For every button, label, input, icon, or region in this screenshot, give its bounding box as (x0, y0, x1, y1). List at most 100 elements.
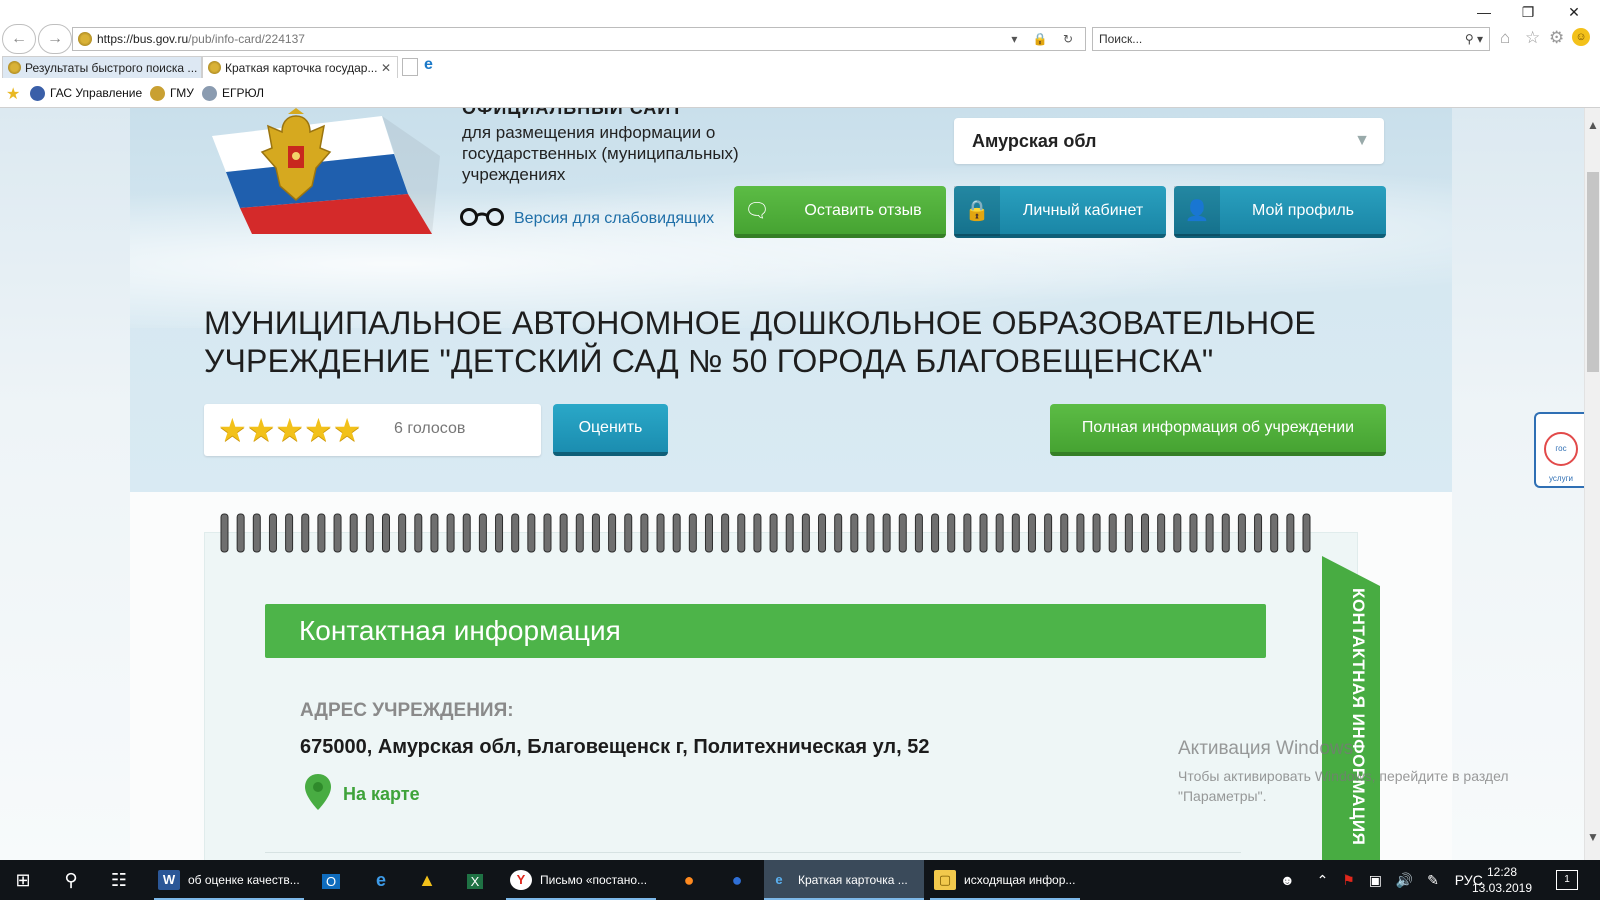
clock[interactable]: 12:28 13.03.2019 (1466, 864, 1538, 896)
chevron-up-icon[interactable]: ⌃ (1317, 872, 1329, 888)
low-vision-link[interactable]: Версия для слабовидящих (458, 208, 714, 228)
region-select[interactable]: Амурская обл ▼ (954, 118, 1384, 164)
rating-widget: ★★★★★ 6 голосов (204, 404, 541, 456)
search-icon[interactable]: ⚲ ▾ (1465, 28, 1483, 50)
antivirus-icon[interactable]: ⚑ (1342, 872, 1355, 888)
task-view-icon[interactable]: ☷ (106, 868, 132, 892)
new-tab-button[interactable] (402, 58, 418, 76)
full-info-button[interactable]: Полная информация об учреждении (1050, 404, 1386, 456)
user-icon: 👤 (1174, 186, 1220, 236)
taskbar-app-explorer[interactable]: ▢ исходящая инфор... (930, 860, 1080, 900)
gosuslugi-badge[interactable]: гос услуги (1534, 412, 1584, 488)
page-scrollbar[interactable]: ▲ ▼ (1584, 108, 1600, 860)
firefox-icon[interactable]: ● (676, 868, 702, 892)
map-pin-icon[interactable] (302, 772, 334, 812)
star-icon[interactable]: ★ (247, 412, 276, 448)
spiral-ring (1302, 513, 1311, 553)
start-icon[interactable]: ⊞ (10, 868, 36, 892)
network-icon[interactable]: ▣ (1369, 872, 1382, 888)
spiral-ring (1044, 513, 1053, 553)
tab-info-card[interactable]: Краткая карточка государ... ✕ (202, 56, 398, 78)
taskbar-app-internet-explorer[interactable]: e Краткая карточка ... (764, 860, 924, 900)
back-icon[interactable]: ← (2, 24, 36, 54)
search-icon[interactable]: ⚲ (58, 868, 84, 892)
favorites-star-icon[interactable]: ☆ (1525, 28, 1540, 48)
spiral-ring (559, 513, 568, 553)
star-icon[interactable]: ★ (333, 412, 362, 448)
close-tab-icon[interactable]: ✕ (381, 57, 391, 78)
outlook-icon[interactable]: O (318, 868, 344, 892)
spiral-ring (591, 513, 600, 553)
spiral-ring (462, 513, 471, 553)
spiral-ring (1011, 513, 1020, 553)
tab-favicon (8, 61, 21, 74)
spiral-ring (882, 513, 891, 553)
clock-time: 12:28 (1486, 865, 1518, 879)
tab-label: Результаты быстрого поиска ... (25, 61, 198, 75)
spiral-ring (414, 513, 423, 553)
restore-button[interactable]: ❐ (1514, 4, 1542, 21)
favorite-gmu[interactable]: ГМУ (150, 84, 194, 102)
spiral-ring (1221, 513, 1230, 553)
star-icon[interactable]: ★ (275, 412, 304, 448)
rating-stars[interactable]: ★★★★★ (218, 414, 361, 446)
spiral-ring (656, 513, 665, 553)
excel-icon[interactable]: X (462, 868, 488, 892)
spiral-ring (511, 513, 520, 553)
spiral-ring (333, 513, 342, 553)
spiral-ring (446, 513, 455, 553)
notification-center-icon[interactable]: 1 (1556, 870, 1578, 890)
my-profile-button[interactable]: 👤 Мой профиль (1174, 186, 1386, 238)
tab-favicon (208, 61, 221, 74)
rate-button[interactable]: Оценить (553, 404, 668, 456)
volume-icon[interactable]: 🔊 (1396, 872, 1413, 888)
scroll-down-icon[interactable]: ▼ (1585, 830, 1600, 844)
favorites-bar-star-icon[interactable]: ★ (6, 84, 20, 104)
favorite-gas-upravlenie[interactable]: ГАС Управление (30, 84, 142, 102)
map-link[interactable]: На карте (343, 784, 420, 805)
taskbar-app-word[interactable]: W об оценке качеств... (154, 860, 304, 900)
favorite-egrul[interactable]: ЕГРЮЛ (202, 84, 264, 102)
feedback-smiley-icon[interactable]: ☺ (1572, 28, 1590, 46)
search-placeholder: Поиск... (1099, 32, 1143, 46)
search-input[interactable]: Поиск... ⚲ ▾ (1092, 27, 1490, 51)
scroll-up-icon[interactable]: ▲ (1585, 118, 1600, 132)
home-icon[interactable]: ⌂ (1500, 28, 1510, 48)
clock-date: 13.03.2019 (1471, 881, 1533, 895)
spiral-ring (672, 513, 681, 553)
windows-taskbar: ⊞ ⚲ ☷ W об оценке качеств... O e ▲ X Y П… (0, 860, 1600, 900)
browser-chrome: — ❐ ✕ ← → https://bus.gov.ru/pub/info-ca… (0, 0, 1600, 108)
spiral-ring (527, 513, 536, 553)
edge-icon[interactable]: e (368, 868, 394, 892)
favorite-label: ГМУ (170, 86, 194, 100)
internet-explorer-icon[interactable]: e (424, 56, 433, 74)
leave-feedback-button[interactable]: 🗨 Оставить отзыв (734, 186, 946, 238)
personal-cabinet-button[interactable]: 🔒 Личный кабинет (954, 186, 1166, 238)
spiral-ring (1141, 513, 1150, 553)
minimize-button[interactable]: — (1470, 4, 1498, 20)
spiral-ring (268, 513, 277, 553)
spiral-ring (252, 513, 261, 553)
batman-app-icon[interactable]: ▲ (414, 868, 440, 892)
scroll-thumb[interactable] (1587, 172, 1599, 372)
taskbar-app-yandex[interactable]: Y Письмо «постано... (506, 860, 656, 900)
spiral-ring (737, 513, 746, 553)
star-icon[interactable]: ★ (218, 412, 247, 448)
spiral-ring (1076, 513, 1085, 553)
organization-name: МУНИЦИПАЛЬНОЕ АВТОНОМНОЕ ДОШКОЛЬНОЕ ОБРА… (204, 305, 1316, 379)
gear-icon[interactable]: ⚙ (1549, 28, 1564, 48)
address-bar[interactable]: https://bus.gov.ru/pub/info-card/224137 … (72, 27, 1086, 51)
pen-icon[interactable]: ✎ (1427, 872, 1439, 888)
globe-browser-icon[interactable]: ● (724, 868, 750, 892)
votes-count: 6 голосов (394, 420, 466, 437)
close-window-button[interactable]: ✕ (1560, 4, 1588, 21)
low-vision-label: Версия для слабовидящих (514, 210, 715, 227)
tab-search-results[interactable]: Результаты быстрого поиска ... (2, 56, 202, 78)
forward-icon[interactable]: → (38, 24, 72, 54)
star-icon[interactable]: ★ (304, 412, 333, 448)
people-icon[interactable]: ☻ (1280, 872, 1295, 888)
activation-text: Чтобы активировать Windows, перейдите в … (1178, 768, 1509, 804)
shield-icon (30, 86, 45, 101)
spiral-ring (1254, 513, 1263, 553)
address-tools[interactable]: ▾ 🔒 ↻ (1011, 28, 1079, 50)
